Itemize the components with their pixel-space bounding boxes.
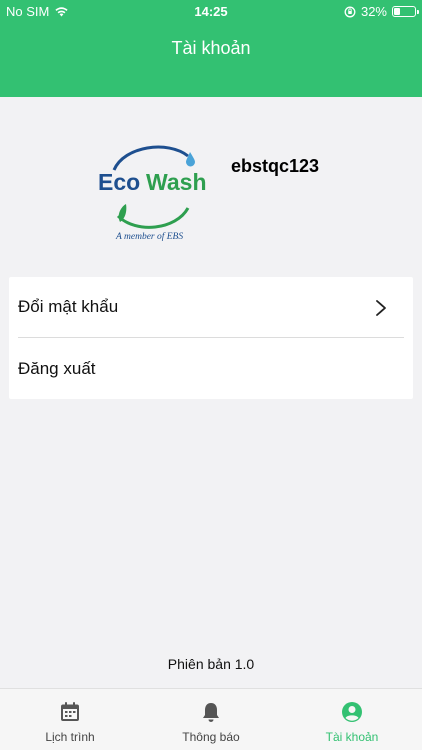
battery-level [394,8,400,15]
ecowash-logo: Eco Wash A member of EBS [98,145,207,242]
page-title: Tài khoản [171,38,251,58]
status-right: 32% [344,4,419,19]
logo-wash-text: Wash [146,169,207,195]
tab-notifications-label: Thông báo [182,730,240,744]
app-version: Phiên bản 1.0 [167,656,255,672]
app-header: No SIM 14:25 32% Tài khoản [0,0,422,97]
bell-icon [203,703,219,722]
logout-label: Đăng xuất [18,359,96,378]
tab-notifications[interactable]: Thông báo [141,689,281,750]
menu-divider [18,337,404,338]
tab-account[interactable]: Tài khoản [282,689,422,750]
logo-tagline: A member of EBS [115,231,183,242]
change-password-item[interactable]: Đổi mật khẩu [9,277,413,337]
status-bar: No SIM 14:25 32% [0,0,422,22]
battery-percent: 32% [360,4,387,19]
account-icon [342,702,362,722]
logout-item[interactable]: Đăng xuất [9,339,413,399]
battery-icon [392,6,419,17]
account-menu: Đổi mật khẩu Đăng xuất [9,277,413,399]
username: ebstqc123 [231,156,320,176]
chevron-right-icon [376,300,386,316]
calendar-icon [61,702,79,721]
tab-schedule[interactable]: Lịch trình [0,689,140,750]
tab-bar: Lịch trình Thông báo Tài khoản [0,688,422,750]
tab-schedule-label: Lịch trình [45,730,95,744]
tab-account-label: Tài khoản [325,730,379,744]
profile-section: Eco Wash A member of EBS ebstqc123 [0,130,422,250]
logo-eco-text: Eco [98,169,140,195]
change-password-label: Đổi mật khẩu [18,297,119,316]
orientation-lock-icon [344,6,356,17]
